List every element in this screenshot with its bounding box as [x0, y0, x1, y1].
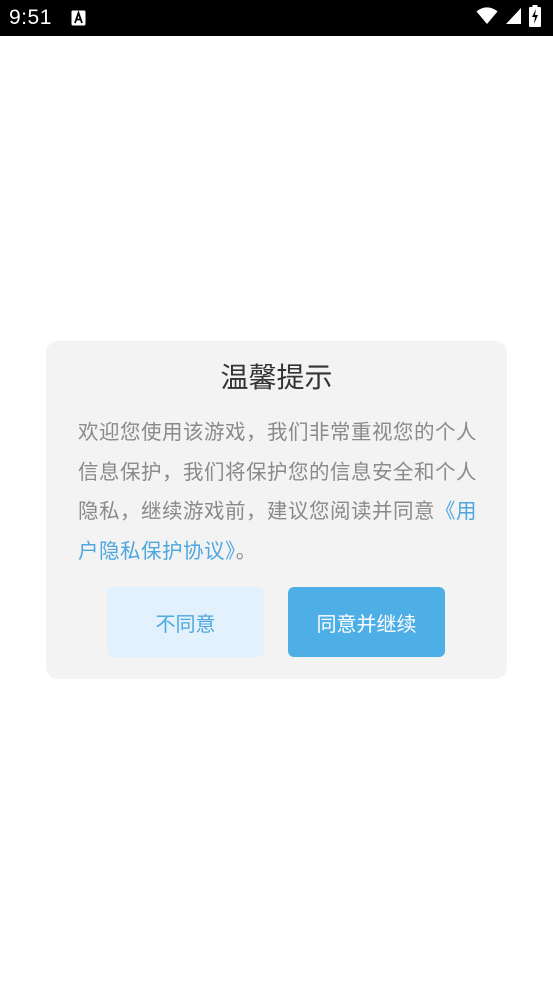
status-icons [476, 5, 541, 31]
privacy-dialog: 温馨提示 欢迎您使用该游戏，我们非常重视您的个人信息保护，我们将保护您的信息安全… [46, 341, 507, 679]
wifi-icon [476, 7, 498, 29]
battery-charging-icon [529, 5, 541, 31]
status-bar: 9:51 [0, 0, 553, 36]
page: 温馨提示 欢迎您使用该游戏，我们非常重视您的个人信息保护，我们将保护您的信息安全… [0, 36, 553, 984]
disagree-button-label: 不同意 [155, 611, 216, 636]
agree-button-label: 同意并继续 [316, 611, 417, 636]
dialog-message: 欢迎您使用该游戏，我们非常重视您的个人信息保护，我们将保护您的信息安全和个人隐私… [78, 413, 478, 571]
dialog-message-text: 欢迎您使用该游戏，我们非常重视您的个人信息保护，我们将保护您的信息安全和个人隐私… [78, 420, 477, 523]
signal-icon [505, 7, 522, 29]
agree-continue-button[interactable]: 同意并继续 [288, 587, 445, 657]
font-a-icon [71, 10, 86, 26]
disagree-button[interactable]: 不同意 [107, 587, 264, 657]
dialog-message-end: 。 [235, 538, 257, 563]
dialog-title: 温馨提示 [220, 361, 333, 394]
status-time: 9:51 [9, 6, 52, 29]
